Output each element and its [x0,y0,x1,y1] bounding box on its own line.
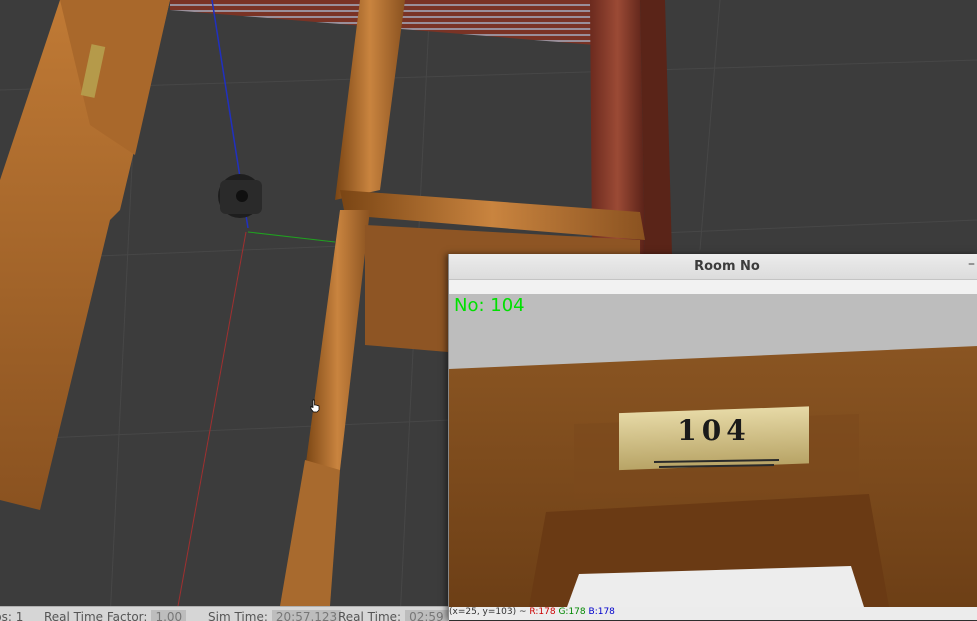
real-time-factor-field: Real Time Factor: 1.00 [44,610,187,621]
sim-time-field: Sim Time: 20:57.123 [208,610,342,621]
real-time-field: Real Time: 02:59 [338,610,448,621]
pixel-info-bar: (x=25, y=103) ~ R:178 G:178 B:178 [449,607,977,620]
cursor-coords: (x=25, y=103) ~ [449,607,527,617]
sim-time-value: 20:57.123 [271,610,342,621]
steps-label: ps: 1 [0,610,24,621]
hand-cursor-icon [310,399,320,413]
window-titlebar[interactable]: Room No – [449,254,977,280]
window-title: Room No [694,259,760,274]
real-time-value: 02:59 [405,610,448,621]
sim-time-label: Sim Time: [208,610,268,621]
pixel-red: R:178 [529,607,556,617]
window-toolbar [449,280,977,294]
rtf-label: Real Time Factor: [44,610,148,621]
detected-room-number: No: 104 [454,295,525,316]
camera-image[interactable]: 104 [449,294,977,607]
real-time-label: Real Time: [338,610,402,621]
robot-model [218,174,262,218]
rtf-value: 1.00 [151,610,187,621]
plaque-number: 104 [677,414,750,447]
pixel-blue: B:178 [588,607,615,617]
minimize-button[interactable]: – [968,256,977,272]
gazebo-status-bar: ps: 1 Real Time Factor:1.00 Sim Time:20:… [0,606,449,621]
pixel-green: G:178 [558,607,586,617]
room-no-window[interactable]: Room No – 104 No: 104 (x=25, y=103) ~ R:… [448,254,977,620]
